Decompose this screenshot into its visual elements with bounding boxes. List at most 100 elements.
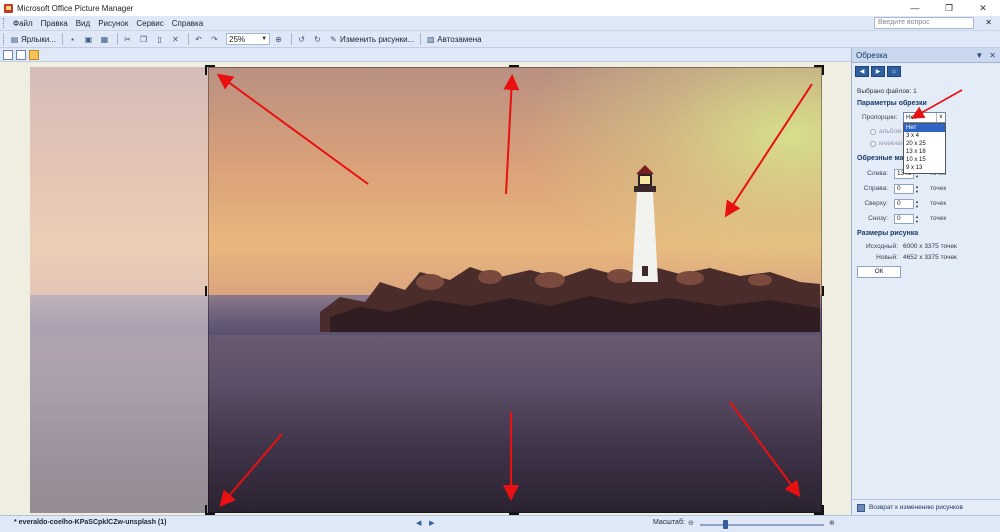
toolbar: ▤ Ярлыки... ▪ ▣ ▦ ✂ ❐ ▯ ✕ ↶ ↷ 25% ▼ ⊕ ↺ … bbox=[0, 31, 1000, 48]
zoom-out-icon[interactable]: ⊖ bbox=[688, 519, 694, 527]
current-file-name: * everaldo-coelho-KPaSCpklCZw-unsplash (… bbox=[14, 519, 167, 526]
previous-picture-icon[interactable]: ◀ bbox=[416, 520, 421, 527]
bottom-label: Снизу: bbox=[868, 215, 888, 222]
zoom-in-icon[interactable]: ⊕ bbox=[829, 519, 835, 527]
cut-icon: ✂ bbox=[124, 34, 131, 44]
title-bar: Microsoft Office Picture Manager — ❐ ✕ bbox=[0, 0, 1000, 16]
crop-handle-top[interactable] bbox=[509, 65, 519, 67]
next-picture-icon[interactable]: ▶ bbox=[429, 520, 434, 527]
menu-tools[interactable]: Сервис bbox=[132, 19, 167, 28]
maximize-button[interactable]: ❐ bbox=[932, 0, 966, 16]
help-search-input[interactable]: Введите вопрос bbox=[874, 17, 974, 29]
undo-icon: ↶ bbox=[195, 34, 202, 44]
menu-grip[interactable] bbox=[3, 18, 6, 28]
right-spin-arrows[interactable]: ▲ ▼ bbox=[915, 184, 920, 194]
menu-picture[interactable]: Рисунок bbox=[94, 19, 132, 28]
crop-handle-top-left-v[interactable] bbox=[205, 65, 207, 75]
top-spin-arrows[interactable]: ▲ ▼ bbox=[915, 199, 920, 209]
print-button[interactable]: ▦ bbox=[98, 32, 113, 46]
export-icon: ▣ bbox=[84, 34, 93, 44]
ok-button[interactable]: ОК bbox=[857, 266, 901, 278]
bottom-value-input[interactable]: 0 bbox=[894, 214, 914, 224]
menu-edit[interactable]: Правка bbox=[37, 19, 72, 28]
zoom-label: Масштаб: bbox=[653, 519, 685, 526]
back-to-edit-link[interactable]: Возврат к изменению рисунков bbox=[869, 504, 963, 511]
menu-help[interactable]: Справка bbox=[168, 19, 207, 28]
zoom-combo[interactable]: 25% ▼ bbox=[226, 33, 271, 45]
filmstrip-view-button[interactable] bbox=[16, 49, 26, 60]
crop-handle-left[interactable] bbox=[205, 286, 207, 296]
picture-size-heading: Размеры рисунка bbox=[857, 230, 919, 237]
rotate-left-button[interactable]: ↺ bbox=[295, 32, 310, 46]
autocorrect-icon: ▧ bbox=[427, 34, 435, 44]
new-size-value: 4652 x 3375 точек bbox=[903, 254, 957, 261]
cut-button[interactable]: ✂ bbox=[121, 32, 136, 46]
window-controls: — ❐ ✕ bbox=[898, 0, 1000, 16]
paste-button[interactable]: ▯ bbox=[153, 32, 168, 46]
zoom-slider-track[interactable] bbox=[700, 524, 824, 526]
paste-icon: ▯ bbox=[157, 34, 162, 44]
picture-manager-window: Microsoft Office Picture Manager — ❐ ✕ Ф… bbox=[0, 0, 1000, 532]
minimize-button[interactable]: — bbox=[898, 0, 932, 16]
redo-icon: ↷ bbox=[211, 34, 218, 44]
top-unit: точек bbox=[930, 200, 947, 207]
top-label: Сверху: bbox=[864, 200, 888, 207]
rotate-right-icon: ↻ bbox=[314, 34, 321, 44]
shortcuts-label: Ярлыки... bbox=[21, 34, 57, 44]
toolbar-separator bbox=[291, 33, 293, 45]
toolbar-separator bbox=[117, 33, 119, 45]
edit-pictures-label: Изменить рисунки... bbox=[340, 34, 415, 44]
left-label: Слева: bbox=[867, 170, 888, 177]
rotate-right-button[interactable]: ↻ bbox=[311, 32, 326, 46]
back-to-edit-icon bbox=[857, 503, 865, 512]
menu-view[interactable]: Вид bbox=[72, 19, 94, 28]
toolbar-grip[interactable] bbox=[3, 33, 6, 45]
zoom-fit-button[interactable]: ⊕ bbox=[272, 32, 287, 46]
app-icon bbox=[4, 3, 13, 13]
picture-nav: ◀ ▶ bbox=[416, 519, 435, 527]
copy-button[interactable]: ❐ bbox=[137, 32, 152, 46]
right-label: Справа: bbox=[863, 185, 888, 192]
top-value-input[interactable]: 0 bbox=[894, 199, 914, 209]
rotate-left-icon: ↺ bbox=[298, 34, 305, 44]
crop-handle-right[interactable] bbox=[822, 286, 824, 296]
bottom-unit: точек bbox=[930, 215, 947, 222]
new-size-label: Новый: bbox=[876, 254, 898, 261]
right-value-input[interactable]: 0 bbox=[894, 184, 914, 194]
chevron-down-icon: ▼ bbox=[261, 36, 268, 42]
help-close-icon[interactable]: ✕ bbox=[985, 18, 992, 27]
save-button[interactable]: ▪ bbox=[66, 32, 81, 46]
close-button[interactable]: ✕ bbox=[966, 0, 1000, 16]
original-size-value: 6000 x 3375 точек bbox=[903, 243, 957, 250]
view-mode-strip bbox=[0, 48, 851, 62]
edit-pictures-button[interactable]: ✎ Изменить рисунки... bbox=[327, 32, 416, 46]
thumbnail-view-button[interactable] bbox=[3, 49, 13, 60]
redo-button[interactable]: ↷ bbox=[208, 32, 223, 46]
edit-pictures-icon: ✎ bbox=[330, 34, 337, 44]
save-icon: ▪ bbox=[71, 34, 74, 44]
shortcuts-icon: ▤ bbox=[10, 34, 19, 44]
window-title: Microsoft Office Picture Manager bbox=[17, 3, 134, 13]
crop-task-pane: Обрезка ▼ ✕ ◀ ▶ ⌂ Выбрано файлов: 1 Пара… bbox=[851, 48, 1000, 515]
delete-button[interactable]: ✕ bbox=[169, 32, 184, 46]
toolbar-separator bbox=[420, 33, 422, 45]
zoom-slider-thumb[interactable] bbox=[722, 520, 728, 529]
menu-file[interactable]: Файл bbox=[9, 19, 37, 28]
crop-handle-top-right-v[interactable] bbox=[822, 65, 824, 75]
single-picture-view-button[interactable] bbox=[29, 49, 39, 60]
bottom-spin-arrows[interactable]: ▲ ▼ bbox=[915, 214, 920, 224]
shortcuts-button[interactable]: ▤ Ярлыки... bbox=[8, 32, 58, 46]
toolbar-separator bbox=[62, 33, 64, 45]
delete-icon: ✕ bbox=[172, 34, 179, 44]
zoom-icon: ⊕ bbox=[275, 34, 282, 44]
zoom-value: 25% bbox=[229, 34, 246, 44]
autocorrect-button[interactable]: ▧ Автозамена bbox=[424, 32, 483, 46]
undo-button[interactable]: ↶ bbox=[192, 32, 207, 46]
task-pane-footer[interactable]: Возврат к изменению рисунков bbox=[852, 499, 1000, 515]
export-button[interactable]: ▣ bbox=[82, 32, 97, 46]
crop-frame[interactable] bbox=[208, 67, 822, 513]
status-bar: * everaldo-coelho-KPaSCpklCZw-unsplash (… bbox=[0, 515, 1000, 532]
dropdown-annotation-arrow bbox=[911, 89, 963, 119]
cropped-area-shade bbox=[30, 67, 208, 513]
original-size-label: Исходный: bbox=[865, 243, 898, 250]
